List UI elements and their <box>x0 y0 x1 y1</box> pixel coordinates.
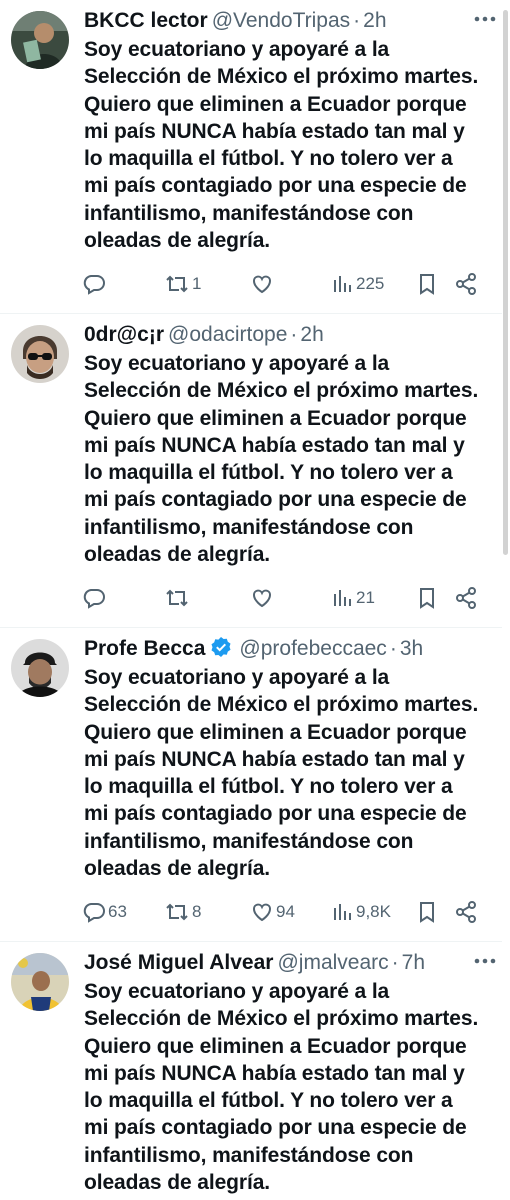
avatar[interactable] <box>11 639 69 697</box>
tweet-text: Soy ecuatoriano y apoyaré a la Selección… <box>84 352 479 567</box>
like-button[interactable]: 94 <box>250 896 295 928</box>
tweet[interactable]: BKCC lector @VendoTripas · 2h Soy ecuatoria… <box>0 0 510 314</box>
view-count: 9,8K <box>356 902 391 921</box>
like-button[interactable] <box>250 582 276 614</box>
bookmark-button[interactable] <box>416 268 438 300</box>
more-options-icon[interactable] <box>474 15 496 23</box>
avatar-person-icon <box>11 11 69 69</box>
verified-badge-icon[interactable] <box>210 636 232 658</box>
like-button[interactable] <box>250 268 276 300</box>
view-count: 225 <box>356 274 385 293</box>
user-handle[interactable]: @jmalvearc <box>277 951 388 974</box>
avatar-person-icon <box>11 639 69 697</box>
timeline-feed[interactable]: BKCC lector @VendoTripas · 2h Soy ecuatoria… <box>0 0 510 1200</box>
tweet-header: Profe Becca @profebeccaec · 3h <box>84 632 490 666</box>
bookmark-button[interactable] <box>416 582 438 614</box>
views-button[interactable]: 21 <box>332 582 375 614</box>
tweet[interactable]: José Miguel Alvear @jmalvearc · 7h Soy ecua… <box>0 942 510 1200</box>
analytics-icon <box>334 590 351 606</box>
retweet-icon <box>166 589 188 607</box>
timestamp[interactable]: 7h <box>402 951 425 974</box>
bookmark-icon <box>420 588 434 609</box>
more-options-icon[interactable] <box>474 957 496 965</box>
tweet-actions: 63 8 94 9,8K <box>74 896 484 928</box>
tweet-header: 0dr@c¡r @odacirtope · 2h <box>84 318 490 352</box>
bookmark-icon <box>420 274 434 295</box>
bookmark-button[interactable] <box>416 896 438 928</box>
separator: · <box>391 951 399 974</box>
scrollbar[interactable] <box>502 0 510 1200</box>
avatar[interactable] <box>11 325 69 383</box>
reply-button[interactable] <box>82 268 108 300</box>
tweet[interactable]: 0dr@c¡r @odacirtope · 2h Soy ecuatoriano y … <box>0 314 510 628</box>
retweet-button[interactable]: 8 <box>164 896 201 928</box>
display-name[interactable]: José Miguel Alvear <box>84 951 273 974</box>
avatar[interactable] <box>11 11 69 69</box>
avatar-person-icon <box>11 953 69 1011</box>
views-button[interactable]: 9,8K <box>332 896 391 928</box>
scrollbar-thumb[interactable] <box>503 10 508 555</box>
retweet-button[interactable]: 1 <box>164 268 201 300</box>
user-handle[interactable]: @VendoTripas <box>212 9 350 32</box>
like-count: 94 <box>276 902 295 921</box>
avatar-person-icon <box>11 325 69 383</box>
heart-icon <box>253 589 271 608</box>
display-name[interactable]: Profe Becca <box>84 637 205 660</box>
separator: · <box>389 637 397 660</box>
bookmark-icon <box>420 902 434 923</box>
analytics-icon <box>334 276 351 292</box>
heart-icon <box>253 275 271 294</box>
timestamp[interactable]: 2h <box>363 9 386 32</box>
share-button[interactable] <box>454 582 478 614</box>
retweet-button[interactable] <box>164 582 192 614</box>
user-handle[interactable]: @odacirtope <box>168 323 287 346</box>
tweet-text: Soy ecuatoriano y apoyaré a la Selección… <box>84 666 479 881</box>
tweet-text: Soy ecuatoriano y apoyaré a la Selección… <box>84 38 479 253</box>
share-button[interactable] <box>454 896 478 928</box>
separator: · <box>353 9 361 32</box>
separator: · <box>290 323 298 346</box>
tweet-header: José Miguel Alvear @jmalvearc · 7h <box>84 946 490 980</box>
avatar[interactable] <box>11 953 69 1011</box>
tweet[interactable]: Profe Becca @profebeccaec · 3h Soy ecuatori… <box>0 628 510 942</box>
analytics-icon <box>334 904 351 920</box>
tweet-header: BKCC lector @VendoTripas · 2h <box>84 4 490 38</box>
heart-icon <box>253 903 271 922</box>
retweet-icon <box>166 903 188 921</box>
reply-button[interactable] <box>82 582 108 614</box>
reply-icon <box>83 589 105 609</box>
retweet-count: 1 <box>192 274 202 293</box>
display-name[interactable]: 0dr@c¡r <box>84 323 164 346</box>
tweet-actions: 21 <box>74 582 484 614</box>
timestamp[interactable]: 3h <box>400 637 423 660</box>
reply-count: 63 <box>108 902 127 921</box>
reply-icon <box>83 903 105 923</box>
reply-icon <box>83 275 105 295</box>
share-button[interactable] <box>454 268 478 300</box>
tweet-actions: 1 225 <box>74 268 484 300</box>
timestamp[interactable]: 2h <box>300 323 323 346</box>
user-handle[interactable]: @profebeccaec <box>239 637 386 660</box>
share-icon <box>456 901 476 923</box>
display-name[interactable]: BKCC lector <box>84 9 208 32</box>
tweet-text: Soy ecuatoriano y apoyaré a la Selección… <box>84 980 479 1195</box>
views-button[interactable]: 225 <box>332 268 384 300</box>
share-icon <box>456 587 476 609</box>
retweet-count: 8 <box>192 902 202 921</box>
reply-button[interactable]: 63 <box>82 896 127 928</box>
retweet-icon <box>166 275 188 293</box>
view-count: 21 <box>356 588 375 607</box>
share-icon <box>456 273 476 295</box>
